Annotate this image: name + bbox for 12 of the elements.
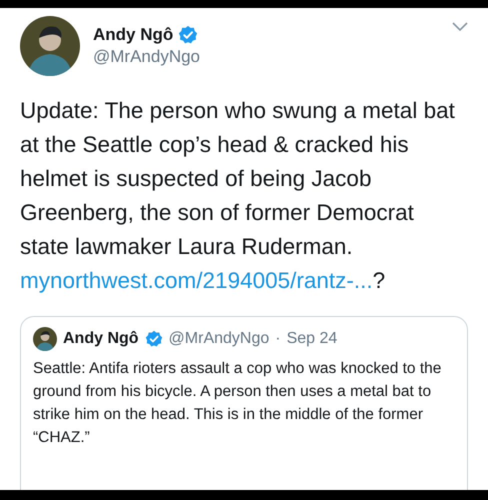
tweet-text: Update: The person who swung a metal bat at the Seattle cop’s head & cracked his helmet is suspected of being Jacob Greenberg, the son of former Democrat state lawmaker Laura Ruderman. mynorthwest.com/2194005/rantz-...? xyxy=(20,97,456,295)
author-handle[interactable]: @MrAndyNgo xyxy=(93,47,439,67)
article-link[interactable]: mynorthwest.com/2194005/rantz-... xyxy=(20,268,373,293)
tweet-date: Sep 24 xyxy=(286,330,338,348)
avatar[interactable] xyxy=(33,327,57,351)
author-name[interactable]: Andy Ngô xyxy=(93,25,174,45)
quoted-author-handle: @MrAndyNgo xyxy=(168,330,270,348)
quoted-tweet-card[interactable] xyxy=(20,316,468,490)
separator-dot: · xyxy=(275,330,281,348)
chevron-down-icon[interactable] xyxy=(452,22,468,32)
quoted-author-name: Andy Ngô xyxy=(63,330,139,348)
quoted-tweet-text: Seattle: Antifa rioters assault a cop who was knocked to the ground from his bicycle. A person then uses a metal bat to strike him on the head. This is in the middle of the former “CHAZ.” xyxy=(33,359,442,448)
